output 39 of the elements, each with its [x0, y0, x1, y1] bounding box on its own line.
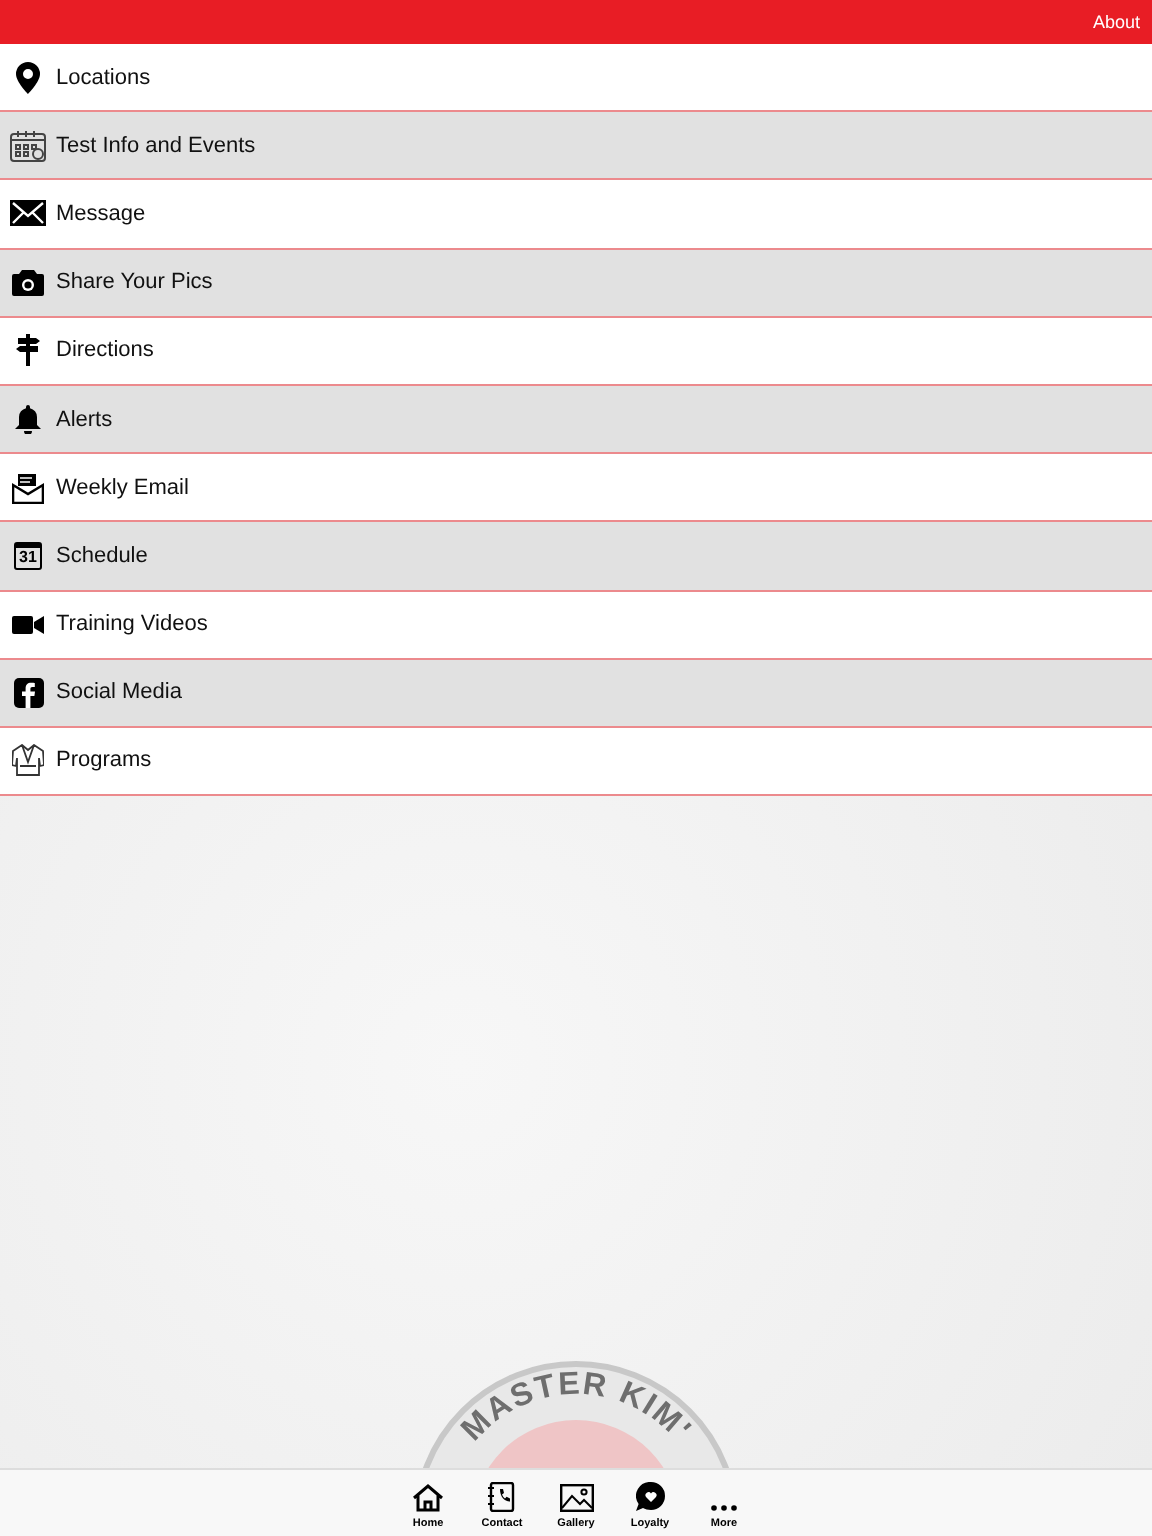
- menu-item[interactable]: Locations: [0, 44, 1152, 113]
- menu-label: Social Media: [56, 680, 182, 705]
- map-pin-icon: [16, 61, 40, 94]
- menu-label: Share Your Pics: [56, 270, 213, 295]
- menu-label: Test Info and Events: [56, 133, 256, 158]
- home-icon: [412, 1484, 444, 1512]
- open-envelope-icon: [12, 471, 44, 504]
- heart-bubble-icon: [635, 1482, 665, 1512]
- calendar-icon: [10, 129, 46, 162]
- envelope-icon: [10, 200, 46, 227]
- menu-label: Locations: [56, 65, 151, 90]
- menu-item[interactable]: 31 Schedule: [0, 522, 1152, 591]
- menu-item[interactable]: Message: [0, 180, 1152, 250]
- menu-label: Programs: [56, 748, 152, 773]
- image-icon: [559, 1484, 593, 1512]
- menu-label: Alerts: [56, 407, 113, 432]
- menu-item[interactable]: Share Your Pics: [0, 249, 1152, 318]
- signpost-icon: [16, 334, 40, 367]
- menu-item[interactable]: Directions: [0, 317, 1152, 386]
- calendar-icon: 31: [14, 541, 42, 570]
- menu-label: Message: [56, 201, 146, 226]
- menu-label: Training Videos: [56, 612, 208, 637]
- menu-item[interactable]: Training Videos: [0, 591, 1152, 660]
- menu-item[interactable]: Alerts: [0, 385, 1152, 455]
- camera-icon: [12, 269, 44, 296]
- menu-label: Weekly Email: [56, 475, 189, 500]
- menu-item[interactable]: Social Media: [0, 659, 1152, 728]
- menu-item[interactable]: Weekly Email: [0, 454, 1152, 523]
- phone-book-icon: [488, 1482, 516, 1512]
- uniform-icon: [12, 744, 44, 777]
- menu-item[interactable]: Test Info and Events: [0, 112, 1152, 181]
- more-icon: [710, 1504, 738, 1512]
- menu-label: Schedule: [56, 543, 148, 568]
- menu-item[interactable]: Programs: [0, 727, 1152, 797]
- menu-label: Directions: [56, 338, 154, 363]
- video-camera-icon: [12, 615, 44, 634]
- bell-icon: [14, 404, 42, 435]
- facebook-icon: [13, 677, 43, 708]
- about-link[interactable]: About: [1092, 12, 1140, 32]
